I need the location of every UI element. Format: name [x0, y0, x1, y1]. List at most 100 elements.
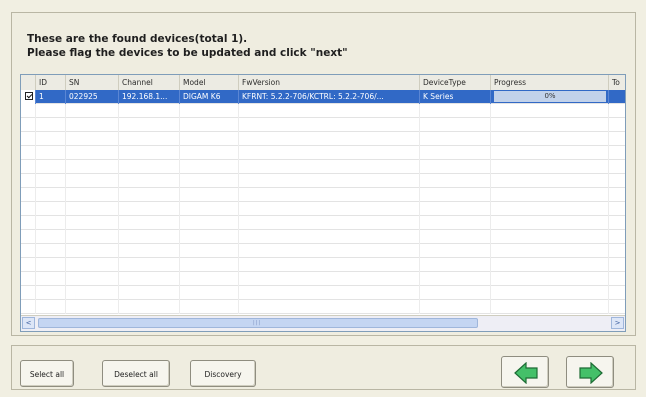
empty-cell	[66, 244, 119, 258]
empty-cell	[36, 118, 66, 132]
empty-cell	[420, 118, 491, 132]
select-all-button[interactable]: Select all	[20, 360, 74, 387]
empty-cell	[119, 230, 180, 244]
empty-table-row[interactable]	[21, 216, 625, 230]
empty-cell	[66, 230, 119, 244]
empty-table-row[interactable]	[21, 188, 625, 202]
empty-table-row[interactable]	[21, 146, 625, 160]
cell-progress: 0%	[491, 90, 609, 104]
empty-cell	[180, 188, 239, 202]
empty-cell	[180, 272, 239, 286]
empty-cell	[609, 146, 625, 160]
empty-cell	[21, 244, 36, 258]
column-header-sn[interactable]: SN	[66, 75, 119, 90]
empty-cell	[21, 286, 36, 300]
empty-cell	[66, 272, 119, 286]
empty-cell	[491, 300, 609, 314]
scroll-thumb[interactable]: |||	[38, 318, 478, 328]
empty-cell	[420, 146, 491, 160]
empty-cell	[21, 202, 36, 216]
back-button[interactable]	[501, 356, 549, 388]
empty-cell	[66, 146, 119, 160]
empty-cell	[36, 146, 66, 160]
empty-table-row[interactable]	[21, 230, 625, 244]
empty-cell	[119, 188, 180, 202]
empty-cell	[609, 272, 625, 286]
empty-table-row[interactable]	[21, 174, 625, 188]
column-header-fwversion[interactable]: FwVersion	[239, 75, 420, 90]
empty-cell	[119, 132, 180, 146]
empty-cell	[119, 286, 180, 300]
empty-cell	[119, 202, 180, 216]
empty-cell	[491, 272, 609, 286]
empty-cell	[180, 286, 239, 300]
column-header-progress[interactable]: Progress	[491, 75, 609, 90]
row-checkbox-cell[interactable]	[21, 90, 36, 104]
column-header-model[interactable]: Model	[180, 75, 239, 90]
empty-cell	[119, 300, 180, 314]
empty-table-row[interactable]	[21, 132, 625, 146]
next-button[interactable]	[566, 356, 614, 388]
empty-cell	[66, 104, 119, 118]
empty-cell	[420, 258, 491, 272]
empty-cell	[119, 146, 180, 160]
column-header-devicetype[interactable]: DeviceType	[420, 75, 491, 90]
empty-cell	[491, 216, 609, 230]
empty-table-row[interactable]	[21, 118, 625, 132]
devices-table[interactable]: ID SN Channel Model FwVersion DeviceType…	[20, 74, 626, 332]
empty-cell	[239, 286, 420, 300]
empty-cell	[609, 286, 625, 300]
cell-id: 1	[36, 90, 66, 104]
empty-cell	[21, 132, 36, 146]
empty-cell	[239, 188, 420, 202]
empty-cell	[66, 216, 119, 230]
empty-cell	[239, 202, 420, 216]
empty-cell	[420, 286, 491, 300]
empty-table-row[interactable]	[21, 286, 625, 300]
empty-cell	[180, 258, 239, 272]
cell-model: DIGAM K6	[180, 90, 239, 104]
empty-cell	[239, 146, 420, 160]
empty-cell	[609, 188, 625, 202]
empty-cell	[119, 258, 180, 272]
empty-cell	[21, 104, 36, 118]
empty-table-row[interactable]	[21, 300, 625, 314]
empty-table-row[interactable]	[21, 258, 625, 272]
empty-table-row[interactable]	[21, 244, 625, 258]
empty-cell	[180, 244, 239, 258]
empty-cell	[420, 188, 491, 202]
empty-cell	[119, 272, 180, 286]
empty-cell	[36, 300, 66, 314]
empty-cell	[21, 216, 36, 230]
empty-cell	[180, 174, 239, 188]
discovery-button[interactable]: Discovery	[190, 360, 256, 387]
column-header-checkbox[interactable]	[21, 75, 36, 90]
left-arrow-icon	[514, 362, 538, 384]
empty-cell	[119, 104, 180, 118]
column-header-channel[interactable]: Channel	[119, 75, 180, 90]
empty-cell	[119, 118, 180, 132]
scroll-right-button[interactable]: >	[611, 317, 624, 329]
column-header-to[interactable]: To	[609, 75, 625, 90]
empty-table-row[interactable]	[21, 160, 625, 174]
empty-table-row[interactable]	[21, 202, 625, 216]
row-checkbox[interactable]	[25, 92, 33, 100]
deselect-all-button[interactable]: Deselect all	[102, 360, 170, 387]
empty-cell	[239, 300, 420, 314]
empty-cell	[66, 132, 119, 146]
empty-cell	[180, 104, 239, 118]
cell-to	[609, 90, 625, 104]
scroll-left-button[interactable]: <	[22, 317, 35, 329]
empty-cell	[36, 132, 66, 146]
empty-cell	[420, 132, 491, 146]
scroll-grip-icon: |||	[253, 320, 262, 326]
empty-cell	[36, 174, 66, 188]
empty-cell	[180, 118, 239, 132]
empty-table-row[interactable]	[21, 272, 625, 286]
empty-cell	[239, 244, 420, 258]
table-row[interactable]: 1 022925 192.168.1... DIGAM K6 KFRNT: 5.…	[21, 90, 625, 104]
column-header-id[interactable]: ID	[36, 75, 66, 90]
empty-table-row[interactable]	[21, 104, 625, 118]
flag-devices-text: Please flag the devices to be updated an…	[27, 46, 348, 59]
horizontal-scrollbar[interactable]: < ||| >	[21, 315, 625, 331]
